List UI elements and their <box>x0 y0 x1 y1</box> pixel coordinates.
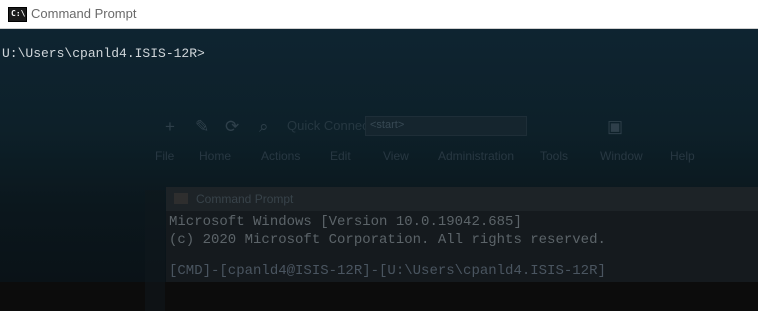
window-titlebar[interactable]: C:\. Command Prompt <box>0 0 758 29</box>
search-icon: ⌕ <box>259 117 269 136</box>
terminal-line: Microsoft Windows [Version 10.0.19042.68… <box>169 214 522 230</box>
window-title: Command Prompt <box>31 6 137 21</box>
menu-item: View <box>383 149 409 163</box>
background-sidepanel <box>145 190 165 311</box>
terminal-line: (c) 2020 Microsoft Corporation. All righ… <box>169 232 606 248</box>
menu-item: Administration <box>438 149 515 163</box>
menu-item: Tools <box>540 149 569 163</box>
quick-connect-label: Quick Connect <box>287 118 373 133</box>
background-terminal-titlebar: Command Prompt <box>166 187 758 211</box>
console-icon <box>174 193 188 204</box>
menu-item: Help <box>670 149 695 163</box>
menu-item: File <box>155 149 175 163</box>
plus-icon: + <box>165 117 175 136</box>
background-terminal-title: Command Prompt <box>196 192 294 206</box>
console-icon: C:\. <box>8 7 30 22</box>
background-terminal: Command Prompt Microsoft Windows [Versio… <box>166 187 758 282</box>
pencil-icon: ✎ <box>195 117 210 136</box>
refresh-icon: ⟳ <box>225 117 240 136</box>
menu-item: Window <box>600 149 643 163</box>
menu-item: Edit <box>330 149 351 163</box>
background-toolbar: + ✎ ⟳ ⌕ Quick Connect <start> ▣ <box>145 112 758 142</box>
quick-connect-select: <start> <box>365 116 527 136</box>
menu-item: Home <box>199 149 232 163</box>
menu-item: Actions <box>261 149 301 163</box>
terminal-line: [CMD]-[cpanld4@ISIS-12R]-[U:\Users\cpanl… <box>169 263 606 279</box>
console-prompt: U:\Users\cpanld4.ISIS-12R> <box>2 46 205 61</box>
console-area[interactable]: U:\Users\cpanld4.ISIS-12R> + ✎ ⟳ ⌕ Quick… <box>0 29 758 311</box>
lock-icon: ▣ <box>607 117 624 136</box>
background-menu: File Home Actions Edit View Administrati… <box>145 146 758 168</box>
